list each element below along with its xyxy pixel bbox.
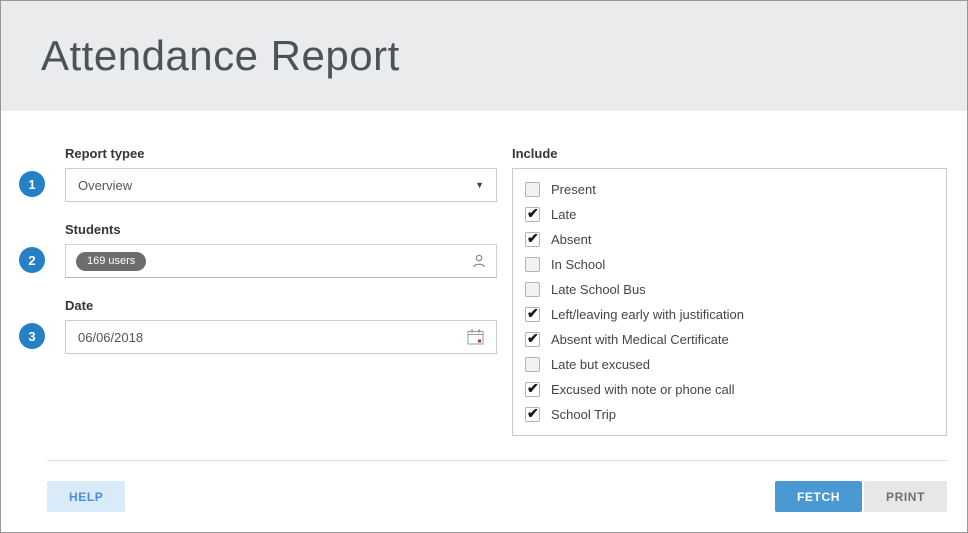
include-section: Include Present Late Absent In School La…	[512, 146, 947, 460]
print-button[interactable]: PRINT	[864, 481, 947, 512]
calendar-icon[interactable]	[467, 329, 484, 345]
date-input[interactable]: 06/06/2018	[65, 320, 497, 354]
checkbox[interactable]	[525, 357, 540, 372]
include-option-label: Late but excused	[551, 357, 651, 372]
attendance-report-page: Attendance Report 1 Report typee Overvie…	[0, 0, 968, 533]
step-3-badge: 3	[19, 323, 45, 349]
include-option-label: Excused with note or phone call	[551, 382, 735, 397]
include-option-label: Present	[551, 182, 596, 197]
students-count-chip[interactable]: 169 users	[76, 251, 147, 271]
include-options-list: Present Late Absent In School Late Schoo…	[512, 168, 947, 436]
report-type-selected-value: Overview	[78, 177, 133, 193]
checkbox[interactable]	[525, 282, 540, 297]
include-option[interactable]: Late School Bus	[525, 277, 934, 302]
checkbox[interactable]	[525, 380, 540, 397]
report-type-select[interactable]: Overview ▼	[65, 168, 497, 202]
include-option[interactable]: Excused with note or phone call	[525, 377, 934, 402]
students-label: Students	[65, 222, 121, 237]
help-button[interactable]: HELP	[47, 481, 126, 512]
checkbox[interactable]	[525, 182, 540, 197]
include-label: Include	[512, 146, 558, 161]
checkbox[interactable]	[525, 257, 540, 272]
step-2-badge: 2	[19, 247, 45, 273]
checkbox[interactable]	[525, 230, 540, 247]
include-option[interactable]: Absent	[525, 227, 934, 252]
include-option-label: In School	[551, 257, 606, 272]
include-option[interactable]: Late but excused	[525, 352, 934, 377]
dropdown-arrow-icon: ▼	[475, 180, 484, 190]
include-option[interactable]: Late	[525, 202, 934, 227]
person-icon	[472, 254, 486, 268]
include-option-label: Late School Bus	[551, 282, 646, 297]
checkbox[interactable]	[525, 330, 540, 347]
include-option-label: Absent with Medical Certificate	[551, 332, 729, 347]
include-option[interactable]: In School	[525, 252, 934, 277]
checkbox[interactable]	[525, 205, 540, 222]
include-option[interactable]: Present	[525, 177, 934, 202]
report-type-label: Report typee	[65, 146, 145, 161]
date-value: 06/06/2018	[78, 329, 144, 345]
include-option-label: Late	[551, 207, 577, 222]
include-option-label: School Trip	[551, 407, 617, 422]
step-1-badge: 1	[19, 171, 45, 197]
checkbox[interactable]	[525, 305, 540, 322]
include-option[interactable]: Left/leaving early with justification	[525, 302, 934, 327]
include-option[interactable]: Absent with Medical Certificate	[525, 327, 934, 352]
date-field: 3 Date 06/06/2018	[19, 298, 497, 354]
include-option-label: Left/leaving early with justification	[551, 307, 744, 322]
include-option[interactable]: School Trip	[525, 402, 934, 427]
footer-right-buttons: FETCH PRINT	[775, 481, 947, 512]
report-form: 1 Report typee Overview ▼ 2 Students 169…	[1, 111, 967, 460]
report-type-field: 1 Report typee Overview ▼	[19, 146, 497, 202]
footer-actions: HELP FETCH PRINT	[1, 461, 967, 532]
page-header: Attendance Report	[1, 1, 967, 111]
students-field: 2 Students 169 users	[19, 222, 497, 278]
students-input[interactable]: 169 users	[65, 244, 497, 278]
page-title: Attendance Report	[41, 32, 400, 79]
checkbox[interactable]	[525, 405, 540, 422]
include-option-label: Absent	[551, 232, 592, 247]
date-label: Date	[65, 298, 94, 313]
fetch-button[interactable]: FETCH	[775, 481, 862, 512]
form-left-column: 1 Report typee Overview ▼ 2 Students 169…	[19, 146, 497, 460]
